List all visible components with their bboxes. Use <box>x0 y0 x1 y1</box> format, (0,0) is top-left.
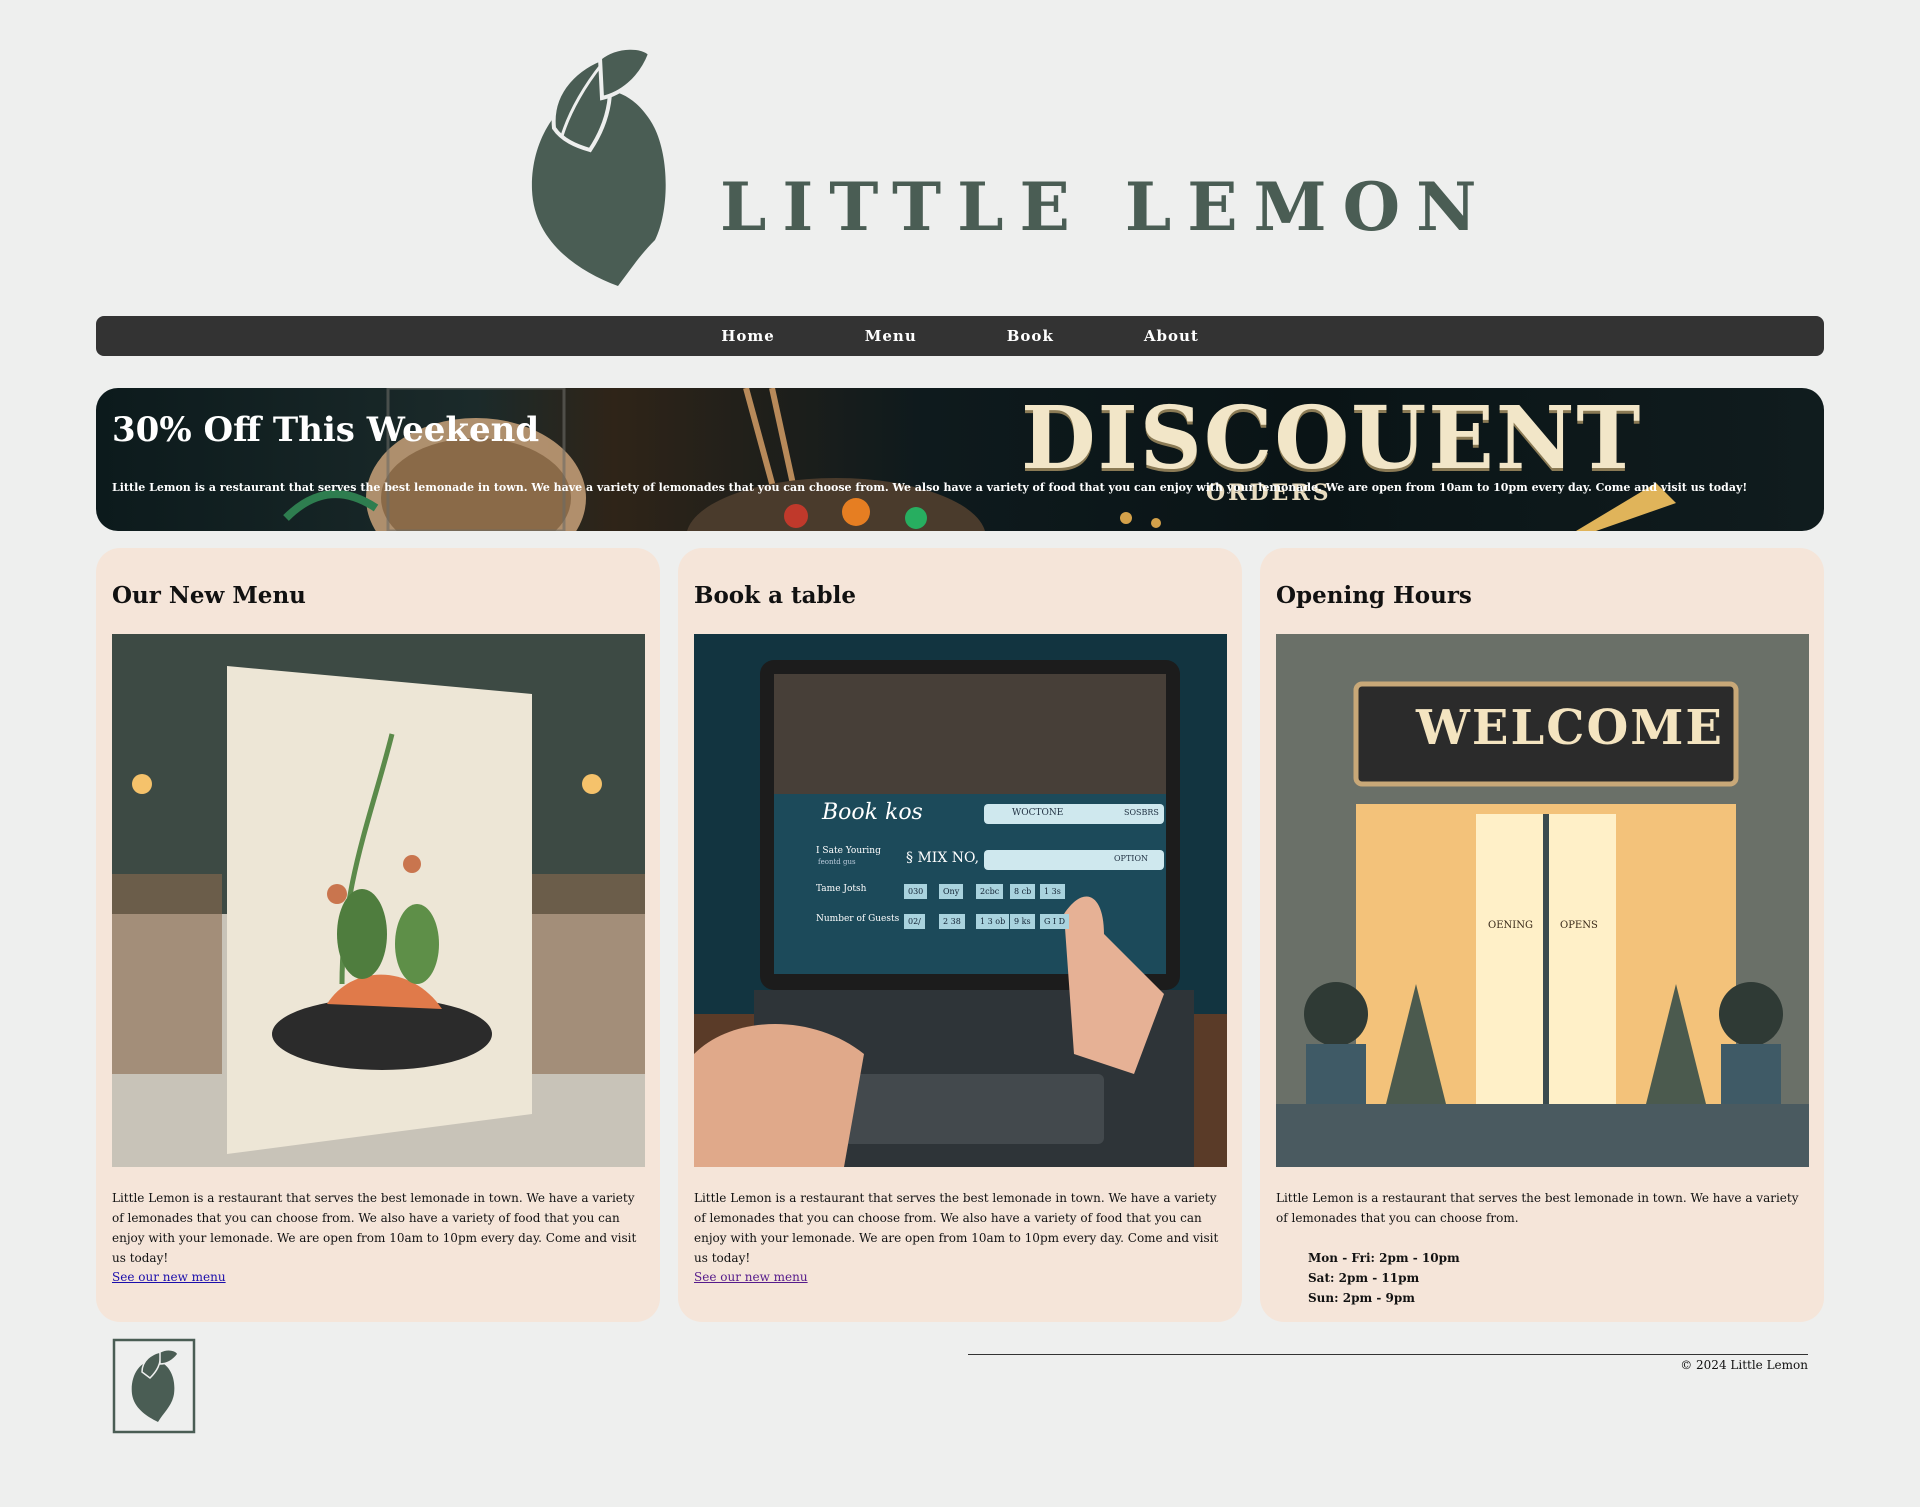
card-book-table: Book a table Book kos WOCTONE SOSBRS I S… <box>678 548 1242 1322</box>
screen-chip: 1 3 ob <box>976 914 1010 929</box>
screen-label-1: I Sate Youring <box>816 846 881 856</box>
storefront-sign: WELCOME <box>1416 700 1724 756</box>
see-menu-link[interactable]: See our new menu <box>694 1270 808 1284</box>
hero-image-word: DISCOUENT <box>1021 388 1643 489</box>
site-logo[interactable]: LITTLE LEMON <box>520 40 1476 290</box>
nav-about[interactable]: About <box>1144 327 1199 345</box>
nav-book[interactable]: Book <box>1007 327 1054 345</box>
see-menu-link[interactable]: See our new menu <box>112 1270 226 1284</box>
screen-search: WOCTONE <box>1012 808 1064 818</box>
brand-name: LITTLE LEMON <box>720 168 1493 246</box>
main-nav: Home Menu Book About <box>96 316 1824 356</box>
card-opening-hours: Opening Hours WELCOME OENING OPENS Littl… <box>1260 548 1824 1322</box>
hours-sunday: Sun: 2pm - 9pm <box>1308 1291 1415 1305</box>
card-text: Little Lemon is a restaurant that serves… <box>694 1191 1219 1265</box>
hero-text: Little Lemon is a restaurant that serves… <box>112 481 1748 494</box>
screen-chip: 8 cb <box>1010 884 1036 899</box>
screen-option: OPTION <box>1114 854 1148 863</box>
screen-chip: Ony <box>939 884 964 899</box>
screen-search-right: SOSBRS <box>1124 808 1159 817</box>
screen-label-2: Tame Jotsh <box>816 884 867 894</box>
screen-chip: 1 3s <box>1040 884 1065 899</box>
lemon-icon <box>531 45 666 286</box>
hours-saturday: Sat: 2pm - 11pm <box>1308 1271 1420 1285</box>
card-title: Our New Menu <box>112 582 306 609</box>
booking-image: Book kos WOCTONE SOSBRS I Sate Youring f… <box>694 634 1227 1167</box>
card-text: Little Lemon is a restaurant that serves… <box>112 1191 637 1265</box>
door-sign-left: OENING <box>1488 920 1533 931</box>
footer-logo-icon[interactable] <box>112 1338 196 1434</box>
screen-chip: 2 38 <box>939 914 965 929</box>
screen-label-3: Number of Guests <box>816 914 900 924</box>
hours-list: Mon - Fri: 2pm - 10pm Sat: 2pm - 11pm Su… <box>1308 1248 1460 1308</box>
screen-heading: Book kos <box>822 800 923 825</box>
footer-divider <box>968 1354 1808 1355</box>
hero-banner: DISCOUENT ORDERS 30% Off This Weekend Li… <box>96 388 1824 531</box>
hours-weekday: Mon - Fri: 2pm - 10pm <box>1308 1251 1460 1265</box>
screen-mix: § MIX NO, <box>906 850 980 866</box>
card-text: Little Lemon is a restaurant that serves… <box>1276 1191 1799 1225</box>
screen-label-1b: feontd gus <box>818 858 856 866</box>
nav-home[interactable]: Home <box>721 327 775 345</box>
screen-chip: 9 ks <box>1010 914 1035 929</box>
screen-chip: G I D <box>1040 914 1070 929</box>
hero-title: 30% Off This Weekend <box>112 410 540 450</box>
nav-menu[interactable]: Menu <box>865 327 917 345</box>
menu-image <box>112 634 645 1167</box>
screen-chip: 030 <box>904 884 928 899</box>
screen-chip: 02/ <box>904 914 925 929</box>
copyright: © 2024 Little Lemon <box>1680 1358 1808 1372</box>
card-new-menu: Our New Menu Little Lemon is a restauran… <box>96 548 660 1322</box>
door-sign-right: OPENS <box>1560 920 1598 931</box>
card-title: Opening Hours <box>1276 582 1472 609</box>
screen-chip: 2cbc <box>976 884 1004 899</box>
storefront-image: WELCOME OENING OPENS <box>1276 634 1809 1167</box>
card-title: Book a table <box>694 582 856 609</box>
